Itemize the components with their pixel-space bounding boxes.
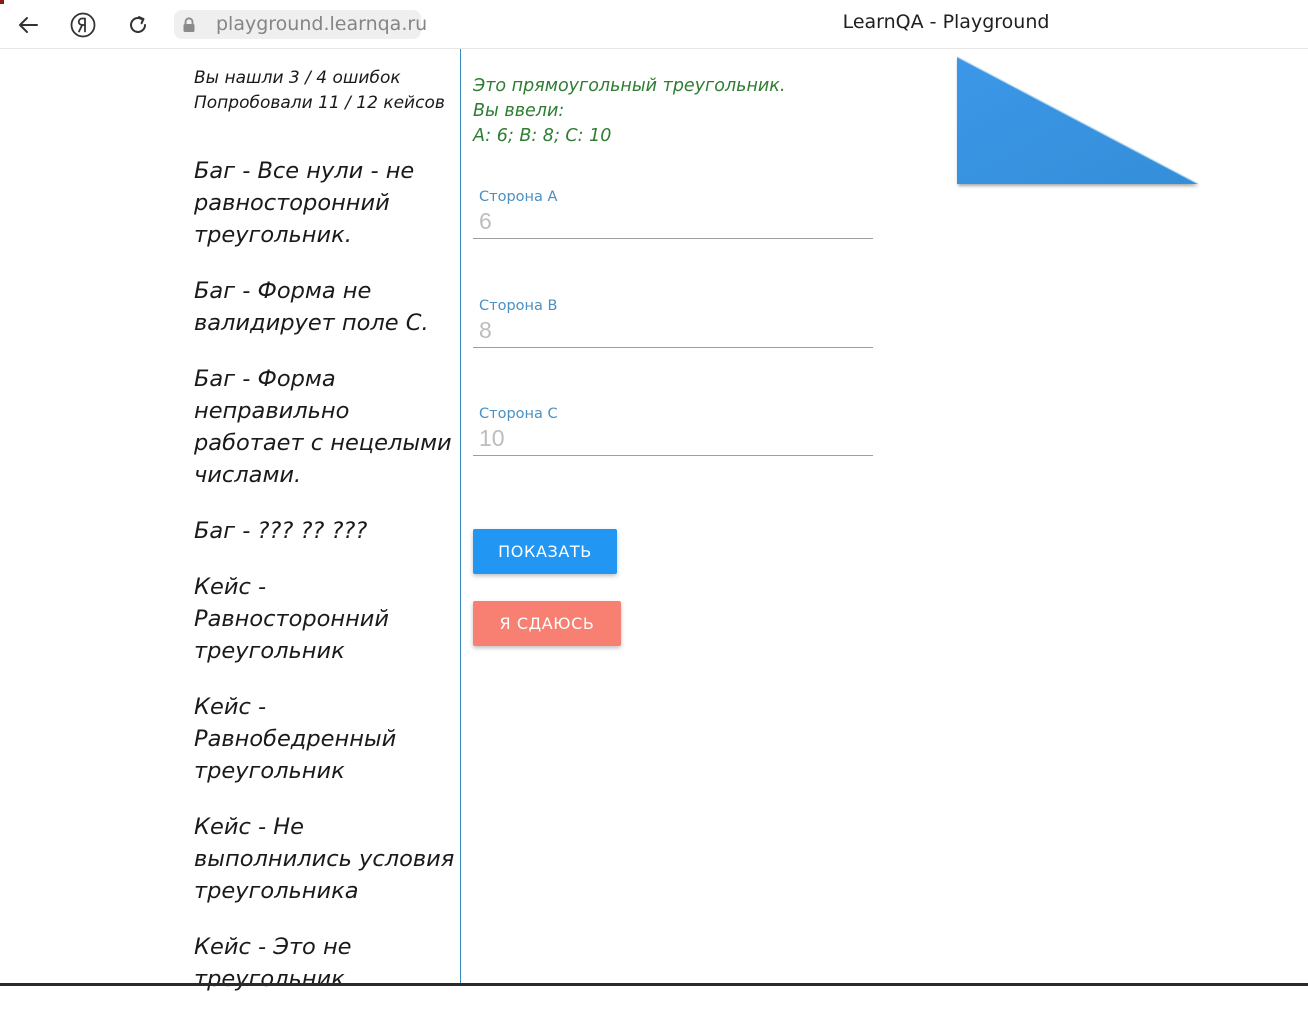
result-values-text: A: 6; B: 8; C: 10 [473, 126, 612, 146]
yandex-logo-icon [70, 12, 96, 38]
address-bar[interactable]: playground.learnqa.ru [204, 10, 427, 39]
result-message: Это прямоугольный треугольник. Вы ввели:… [473, 74, 893, 149]
result-entered-label: Вы ввели: [473, 101, 565, 121]
reload-icon [130, 16, 146, 33]
progress-summary: Вы нашли 3 / 4 ошибок Попробовали 11 / 1… [194, 66, 456, 116]
case-list: Баг - Все нули - не равносторонний треуг… [194, 155, 456, 1019]
give-up-button[interactable]: Я сдаюсь [473, 601, 621, 646]
case-item: Баг - ??? ?? ??? [194, 518, 368, 544]
result-type-text: Это прямоугольный треугольник. [473, 76, 786, 96]
site-info-button[interactable] [174, 10, 204, 39]
cases-tried-text: Попробовали 11 / 12 кейсов [194, 93, 445, 113]
page-title: LearnQA - Playground [842, 11, 1050, 33]
side-b-input[interactable] [473, 314, 873, 348]
side-c-label: Сторона С [479, 406, 558, 422]
browser-toolbar: playground.learnqa.ru LearnQA - Playgrou… [0, 0, 1308, 49]
case-item: Баг - Все нули - не равносторонний треуг… [194, 158, 415, 248]
yandex-button[interactable] [67, 9, 99, 41]
case-item: Кейс - Равнобедренный треугольник [194, 694, 397, 784]
side-a-input[interactable] [473, 205, 873, 239]
side-a-label: Сторона А [479, 189, 558, 205]
back-button[interactable] [12, 9, 44, 41]
side-c-input[interactable] [473, 422, 873, 456]
show-button[interactable]: Показать [473, 529, 617, 574]
back-arrow-icon [19, 17, 38, 33]
lock-icon [183, 16, 195, 32]
case-item: Баг - Форма не валидирует поле С. [194, 278, 429, 336]
reload-button[interactable] [122, 9, 154, 41]
case-item: Баг - Форма неправильно работает с нецел… [194, 366, 452, 488]
column-divider [460, 49, 461, 986]
window-corner-mark [0, 0, 4, 4]
triangle-image [956, 56, 1199, 185]
errors-found-text: Вы нашли 3 / 4 ошибок [194, 68, 401, 88]
side-b-label: Сторона В [479, 298, 558, 314]
case-item: Кейс - Не выполнились условия треугольни… [194, 814, 455, 904]
case-item: Кейс - Равносторонний треугольник [194, 574, 390, 664]
